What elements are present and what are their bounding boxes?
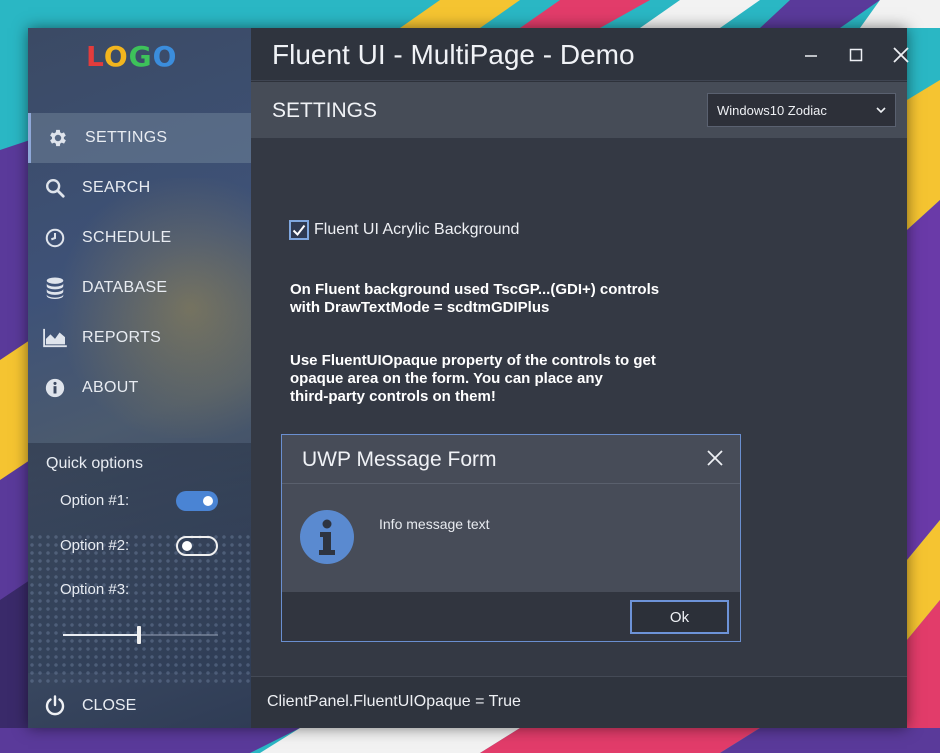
close-button[interactable]: CLOSE bbox=[28, 683, 251, 728]
power-icon bbox=[28, 694, 82, 718]
sidebar-item-about[interactable]: ABOUT bbox=[28, 363, 251, 413]
close-label: CLOSE bbox=[82, 696, 137, 714]
database-icon bbox=[28, 276, 82, 300]
page-title: SETTINGS bbox=[272, 99, 378, 122]
close-icon bbox=[893, 47, 909, 63]
logo-area: LOGO bbox=[28, 28, 251, 112]
search-icon bbox=[28, 177, 82, 199]
sidebar-item-search[interactable]: SEARCH bbox=[28, 163, 251, 213]
option2-label: Option #2: bbox=[60, 537, 130, 554]
option1-toggle[interactable] bbox=[176, 491, 218, 511]
minimize-icon bbox=[805, 55, 817, 57]
option3-slider[interactable] bbox=[63, 626, 218, 644]
status-text: ClientPanel.FluentUIOpaque = True bbox=[267, 693, 521, 710]
sidebar-item-label: SETTINGS bbox=[85, 129, 168, 146]
window-close-button[interactable] bbox=[886, 42, 916, 68]
checkbox-box[interactable] bbox=[289, 220, 309, 240]
minimize-button[interactable] bbox=[796, 42, 826, 68]
slider-thumb[interactable] bbox=[137, 626, 141, 644]
close-icon bbox=[707, 450, 723, 466]
sidebar-item-schedule[interactable]: SCHEDULE bbox=[28, 213, 251, 263]
info-icon bbox=[28, 377, 82, 399]
sidebar-item-settings[interactable]: SETTINGS bbox=[28, 113, 251, 163]
clock-icon bbox=[28, 227, 82, 249]
chevron-down-icon bbox=[876, 107, 886, 114]
area-chart-icon bbox=[28, 328, 82, 348]
message-dialog: UWP Message Form Info message text Ok bbox=[281, 434, 741, 642]
sidebar-item-label: SCHEDULE bbox=[82, 229, 172, 246]
theme-select[interactable]: Windows10 Zodiac bbox=[707, 93, 896, 127]
dialog-close-button[interactable] bbox=[706, 449, 724, 472]
maximize-icon bbox=[849, 48, 863, 62]
info-icon bbox=[299, 509, 355, 570]
acrylic-background-checkbox[interactable]: Fluent UI Acrylic Background bbox=[289, 220, 519, 240]
page-header: SETTINGS Windows10 Zodiac bbox=[251, 82, 907, 138]
option2-toggle[interactable] bbox=[176, 536, 218, 556]
gear-icon bbox=[31, 127, 85, 149]
option1-label: Option #1: bbox=[60, 492, 130, 509]
checkbox-label: Fluent UI Acrylic Background bbox=[314, 221, 520, 238]
info-paragraph-2: Use FluentUIOpaque property of the contr… bbox=[290, 352, 656, 405]
sidebar-item-label: REPORTS bbox=[82, 329, 162, 346]
quick-options-title: Quick options bbox=[46, 455, 143, 472]
sidebar: LOGO SETTINGS SEARCH SCHEDULE DATABASE R… bbox=[28, 28, 251, 728]
title-bar: Fluent UI - MultiPage - Demo bbox=[251, 28, 909, 81]
sidebar-item-database[interactable]: DATABASE bbox=[28, 263, 251, 313]
logo: LOGO bbox=[86, 40, 178, 73]
status-bar: ClientPanel.FluentUIOpaque = True bbox=[251, 676, 907, 728]
checkmark-icon bbox=[292, 224, 306, 237]
dialog-message: Info message text bbox=[379, 516, 490, 532]
ok-button[interactable]: Ok bbox=[630, 600, 729, 634]
sidebar-nav: SETTINGS SEARCH SCHEDULE DATABASE REPORT… bbox=[28, 113, 251, 413]
window-title: Fluent UI - MultiPage - Demo bbox=[272, 39, 635, 70]
option3-label: Option #3: bbox=[60, 581, 130, 598]
slider-track-filled bbox=[63, 634, 137, 636]
info-paragraph-1: On Fluent background used TscGP...(GDI+)… bbox=[290, 281, 660, 316]
dialog-title: UWP Message Form bbox=[302, 448, 497, 471]
theme-select-value: Windows10 Zodiac bbox=[717, 102, 827, 118]
sidebar-item-label: ABOUT bbox=[82, 379, 139, 396]
maximize-button[interactable] bbox=[841, 42, 871, 68]
dialog-header: UWP Message Form bbox=[282, 435, 740, 484]
sidebar-item-reports[interactable]: REPORTS bbox=[28, 313, 251, 363]
sidebar-item-label: SEARCH bbox=[82, 179, 151, 196]
slider-track-rest bbox=[141, 634, 218, 636]
sidebar-item-label: DATABASE bbox=[82, 279, 168, 296]
